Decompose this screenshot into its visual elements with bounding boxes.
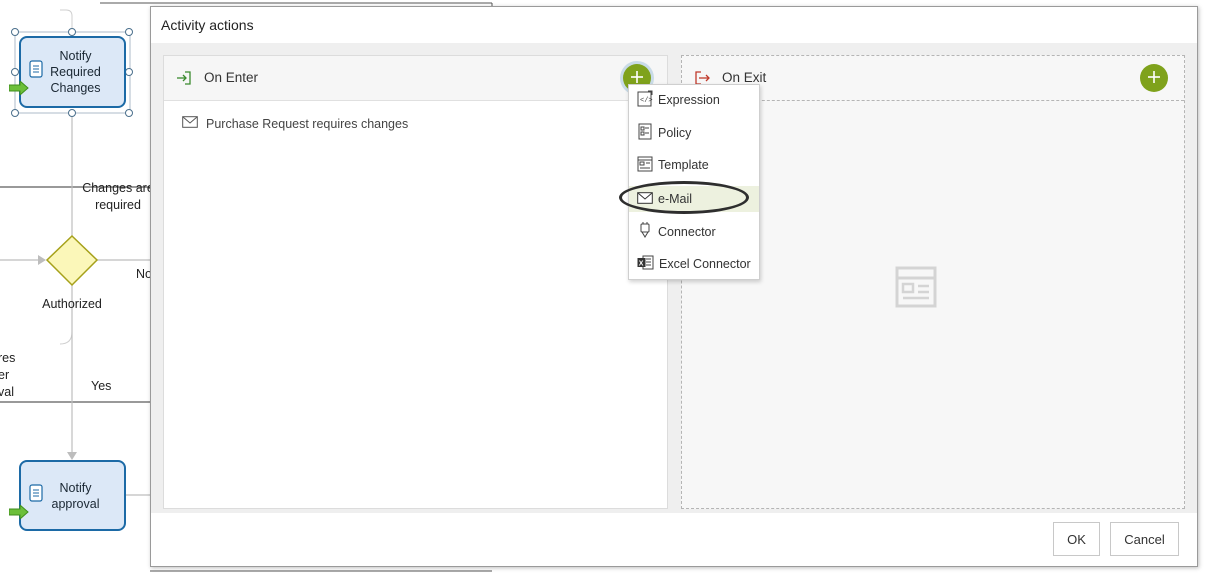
menu-item-label: Excel Connector xyxy=(659,257,751,271)
menu-item-label: Policy xyxy=(658,126,692,140)
svg-text:</>: </> xyxy=(640,97,653,105)
expression-icon: </> xyxy=(637,90,653,110)
edge-label-changes-required: Changes are required xyxy=(82,181,154,212)
menu-item-expression[interactable]: </> Expression xyxy=(629,87,759,113)
enter-icon xyxy=(176,70,192,89)
on-enter-title: On Enter xyxy=(204,70,259,85)
menu-item-label: Template xyxy=(658,158,709,172)
action-item-label: Purchase Request requires changes xyxy=(206,116,409,131)
envelope-icon xyxy=(182,116,198,131)
edge-label-yes: Yes xyxy=(91,379,112,393)
ok-button[interactable]: OK xyxy=(1053,522,1100,556)
menu-item-template[interactable]: Template xyxy=(629,152,759,178)
policy-icon xyxy=(637,123,653,143)
on-enter-header: On Enter xyxy=(164,56,667,101)
on-enter-pane: On Enter Purchase Request requires chang… xyxy=(163,55,668,509)
activity-label: Notify approval xyxy=(51,480,100,511)
menu-item-excel-connector[interactable]: X Excel Connector xyxy=(629,251,759,277)
empty-layout-icon xyxy=(895,266,937,311)
activity-notify-required-changes[interactable]: Notify Required Changes xyxy=(8,36,126,108)
start-arrow-icon xyxy=(8,65,29,99)
activity-label: Notify Required Changes xyxy=(50,49,101,95)
plus-icon xyxy=(1147,70,1161,87)
document-icon xyxy=(29,44,43,82)
activity-notify-approval[interactable]: Notify approval xyxy=(8,460,126,531)
cancel-button[interactable]: Cancel xyxy=(1110,522,1179,556)
partial-edge-label: res er val xyxy=(0,351,16,399)
connector-icon xyxy=(637,222,653,242)
svg-text:X: X xyxy=(639,261,644,268)
menu-item-label: Connector xyxy=(658,225,716,239)
menu-item-email[interactable]: e-Mail xyxy=(629,186,759,212)
excel-connector-icon: X xyxy=(637,254,654,274)
menu-item-connector[interactable]: Connector xyxy=(629,219,759,245)
start-arrow-icon xyxy=(8,489,29,523)
menu-item-label: Expression xyxy=(658,93,720,107)
gateway-label: Authorized xyxy=(42,297,102,311)
email-icon xyxy=(637,191,653,207)
document-icon xyxy=(29,468,43,506)
add-action-menu: </> Expression Policy Template e-Mail Co… xyxy=(628,84,760,280)
menu-item-label: e-Mail xyxy=(658,192,693,206)
on-exit-title: On Exit xyxy=(722,70,767,85)
dialog-title: Activity actions xyxy=(161,17,254,33)
gateway-diamond xyxy=(45,234,99,287)
on-enter-action-item[interactable]: Purchase Request requires changes xyxy=(182,116,408,131)
on-exit-add-button[interactable] xyxy=(1140,64,1168,92)
template-icon xyxy=(637,155,653,175)
menu-item-policy[interactable]: Policy xyxy=(629,120,759,146)
